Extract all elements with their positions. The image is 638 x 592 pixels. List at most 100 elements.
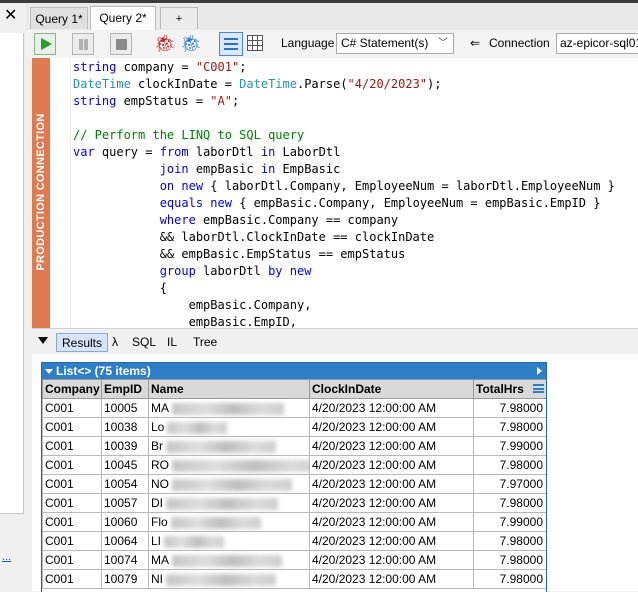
pause-icon-bar (84, 39, 88, 50)
code-line[interactable]: { (73, 280, 615, 297)
cell-name: NO (148, 474, 310, 494)
cell-empid-text: 10005 (104, 401, 138, 415)
stop-button[interactable] (110, 33, 132, 55)
output-tab-bar: Results λ SQL IL Tree (32, 328, 638, 355)
cell-clockindate: 4/20/2023 12:00:00 AM (309, 550, 474, 570)
table-row[interactable]: C001 10054 NO 4/20/2023 12:00:00 AM 7.97000 (42, 474, 546, 494)
table-row[interactable]: C001 10039 Br 4/20/2023 12:00:00 AM 7.99000 (42, 436, 546, 456)
code-line[interactable]: group laborDtl by new (73, 263, 615, 280)
table-row[interactable]: C001 10074 MA 4/20/2023 12:00:00 AM 7.98000 (42, 550, 546, 570)
code-token: .Parse( (296, 77, 348, 91)
connection-select[interactable]: az-epicor-sql01 (556, 33, 638, 54)
tab-query-1[interactable]: Query 1* (30, 7, 88, 29)
code-line[interactable]: && empBasic.EmpStatus == empStatus (73, 246, 615, 263)
run-button[interactable] (34, 33, 56, 55)
tab-lambda[interactable]: λ (112, 333, 118, 352)
tab-query-2[interactable]: Query 2* (90, 6, 156, 30)
cell-totalhrs-text: 7.98000 (499, 420, 543, 434)
code-token: EmpBasic (275, 162, 341, 176)
code-line[interactable]: DateTime clockInDate = DateTime.Parse("4… (73, 76, 615, 93)
code-line[interactable]: where empBasic.Company == company (73, 212, 615, 229)
collapse-triangle-icon[interactable] (38, 337, 48, 344)
cell-name: DI (148, 493, 310, 513)
code-line[interactable]: ​ (73, 110, 615, 127)
debug-bug-red-icon[interactable]: 🐞︎ (154, 35, 176, 53)
cell-clockindate: 4/20/2023 12:00:00 AM (309, 398, 474, 418)
code-line[interactable]: equals new { empBasic.Company, EmployeeN… (73, 195, 615, 212)
cell-empid: 10038 (101, 417, 149, 437)
code-line[interactable]: string empStatus = "A"; (73, 93, 615, 110)
connection-arrow-icon: ⇐ (470, 36, 481, 50)
code-line[interactable]: empBasic.EmpID, (73, 314, 615, 328)
table-row[interactable]: C001 10057 DI 4/20/2023 12:00:00 AM 7.98000 (42, 493, 546, 513)
left-pane-list[interactable] (0, 33, 24, 514)
cell-clockindate: 4/20/2023 12:00:00 AM (309, 512, 474, 532)
col-name[interactable]: Name (148, 379, 310, 399)
table-row[interactable]: C001 10064 LI 4/20/2023 12:00:00 AM 7.98000 (42, 531, 546, 551)
cell-clockindate: 4/20/2023 12:00:00 AM (309, 436, 474, 456)
cell-company-text: C001 (45, 572, 74, 586)
code-token: empBasic (188, 162, 261, 176)
pause-button[interactable] (72, 33, 94, 55)
code-lines[interactable]: string company = "C001"; DateTime clockIn… (73, 59, 615, 328)
cell-empid: 10045 (101, 455, 149, 475)
cell-empid: 10057 (101, 493, 149, 513)
code-token: empBasic.EmpID, (73, 315, 297, 328)
cell-clockindate-text: 4/20/2023 12:00:00 AM (312, 496, 437, 510)
results-list-header[interactable]: List<> (75 items) (42, 363, 546, 379)
code-editor[interactable]: PRODUCTION CONNECTION string company = "… (32, 58, 638, 328)
table-row[interactable]: C001 10038 Lo 4/20/2023 12:00:00 AM 7.98000 (42, 417, 546, 437)
cell-company: C001 (42, 474, 102, 494)
redacted-name-blur (166, 497, 278, 510)
collapse-list-icon[interactable] (45, 369, 53, 375)
language-select[interactable]: C# Statement(s) ﹀ (336, 33, 454, 54)
expand-right-icon[interactable] (537, 367, 542, 375)
col-totalhrs[interactable]: TotalHrs (473, 379, 546, 399)
cell-name-text: NO (151, 477, 169, 491)
code-token: empBasic.Company, (73, 298, 312, 312)
table-row[interactable]: C001 10060 Flo 4/20/2023 12:00:00 AM 7.99000 (42, 512, 546, 532)
cell-empid: 10060 (101, 512, 149, 532)
tab-tree[interactable]: Tree (193, 333, 217, 352)
column-menu-icon[interactable] (533, 384, 544, 393)
results-to-grid-toggle[interactable] (219, 32, 243, 56)
cell-clockindate: 4/20/2023 12:00:00 AM (309, 455, 474, 475)
debug-bug-blue-icon[interactable]: 🐞︎ (180, 35, 202, 53)
cell-company-text: C001 (45, 496, 74, 510)
table-row[interactable]: C001 10079 NI 4/20/2023 12:00:00 AM 7.98000 (42, 569, 546, 589)
cell-clockindate: 4/20/2023 12:00:00 AM (309, 569, 474, 589)
table-row[interactable]: C001 10045 RO 4/20/2023 12:00:00 AM 7.98000 (42, 455, 546, 475)
redacted-name-blur (172, 402, 284, 415)
redacted-name-blur (172, 478, 292, 491)
code-line[interactable]: on new { laborDtl.Company, EmployeeNum =… (73, 178, 615, 195)
table-row[interactable]: C001 10005 MA 4/20/2023 12:00:00 AM 7.98000 (42, 398, 546, 418)
col-company[interactable]: Company (42, 379, 102, 399)
code-line[interactable]: var query = from laborDtl in LaborDtl (73, 144, 615, 161)
code-token: "4/20/2023" (347, 77, 428, 91)
col-empid[interactable]: EmpID (101, 379, 149, 399)
left-pane-link[interactable]: ... (2, 551, 11, 563)
cell-clockindate-text: 4/20/2023 12:00:00 AM (312, 553, 437, 567)
code-line[interactable]: join empBasic in EmpBasic (73, 161, 615, 178)
results-to-table-toggle[interactable] (247, 35, 263, 51)
code-token: on (159, 179, 175, 193)
close-icon[interactable]: ✕ (4, 8, 17, 24)
code-line[interactable]: string company = "C001"; (73, 59, 615, 76)
col-clockindate[interactable]: ClockInDate (309, 379, 474, 399)
cell-name: LI (148, 531, 310, 551)
code-line[interactable]: && laborDtl.ClockInDate == clockInDate (73, 229, 615, 246)
code-line[interactable]: // Perform the LINQ to SQL query (73, 127, 615, 144)
tab-il[interactable]: IL (167, 333, 177, 352)
tab-sql[interactable]: SQL (132, 333, 156, 352)
code-line[interactable]: empBasic.Company, (73, 297, 615, 314)
cell-name-text: Flo (151, 515, 168, 529)
cell-totalhrs-text: 7.98000 (499, 572, 543, 586)
left-pane: ✕ ... (0, 3, 26, 591)
code-token: company = (116, 60, 196, 74)
code-token: ; (231, 94, 240, 108)
add-tab-button[interactable]: + (160, 7, 198, 29)
tab-results[interactable]: Results (56, 333, 109, 352)
